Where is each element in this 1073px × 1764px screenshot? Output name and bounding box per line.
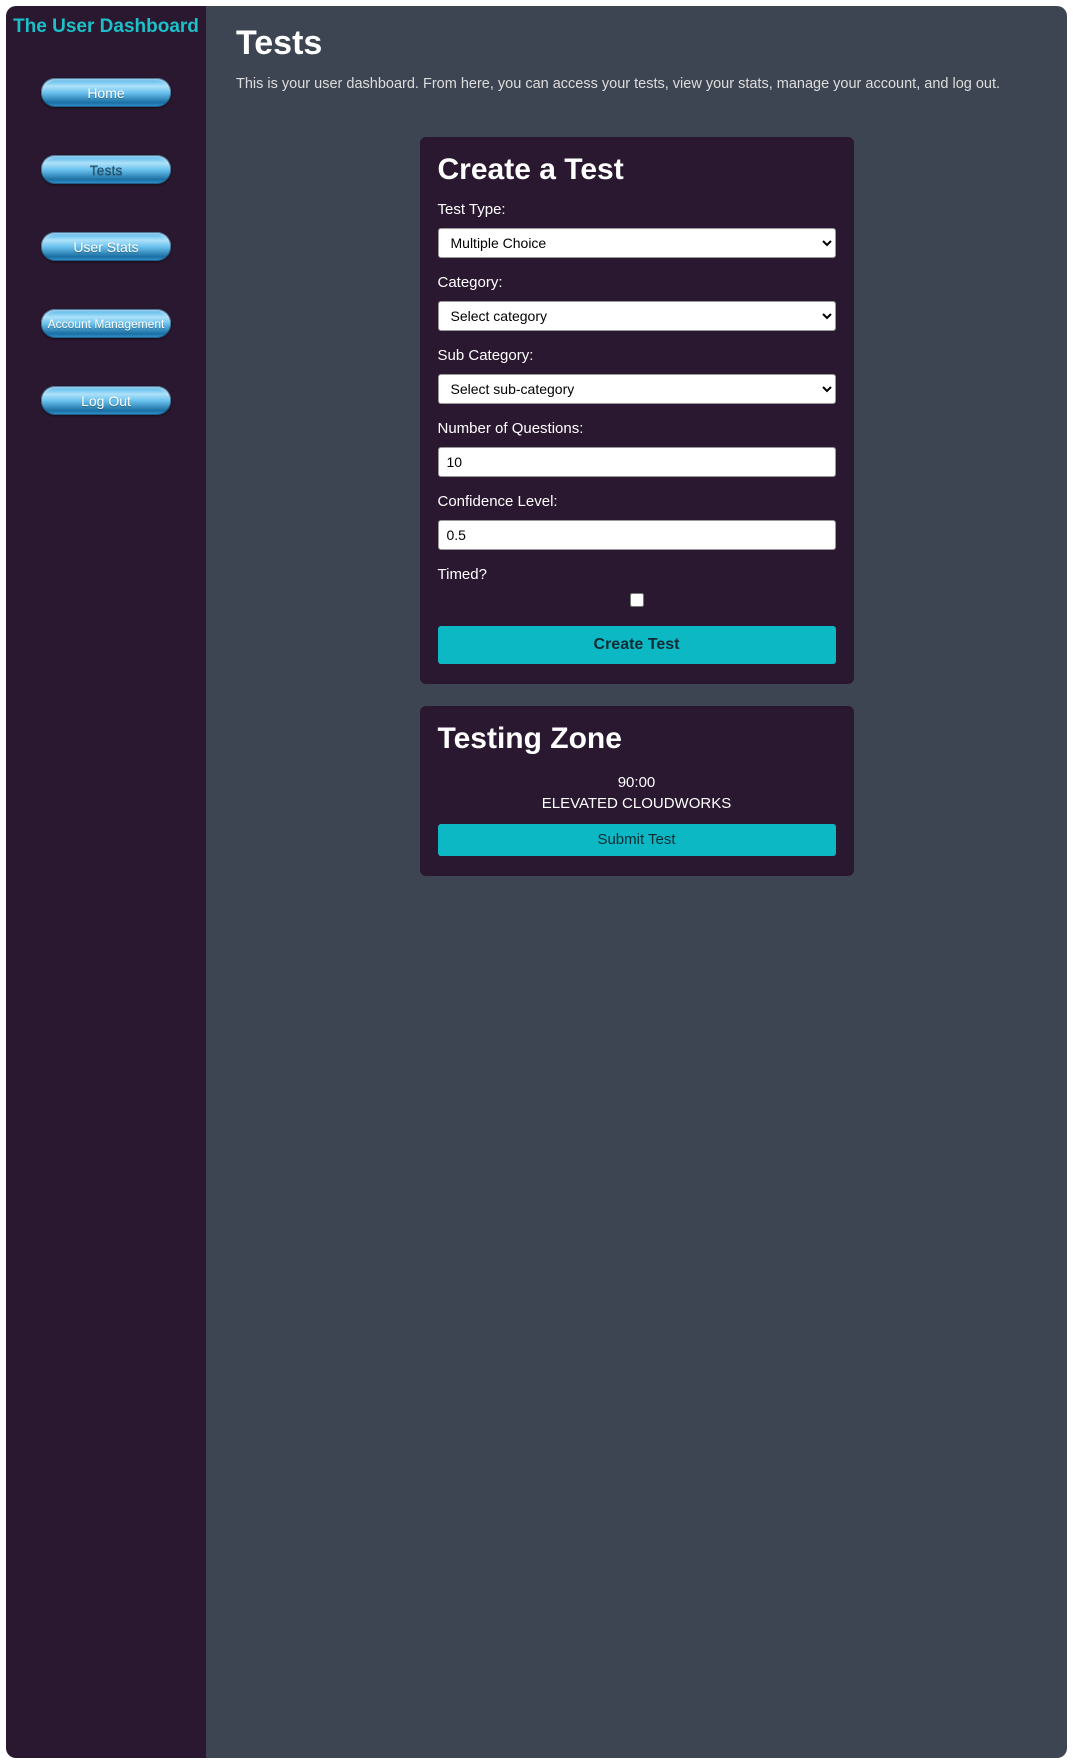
nav-list: Home Tests User Stats Account Management…	[6, 48, 206, 415]
label-confidence: Confidence Level:	[438, 493, 836, 510]
sidebar-item-log-out[interactable]: Log Out	[41, 386, 171, 415]
label-timed: Timed?	[438, 566, 836, 583]
sidebar-item-home[interactable]: Home	[41, 78, 171, 107]
submit-test-button[interactable]: Submit Test	[438, 824, 836, 856]
select-sub-category[interactable]: Select sub-category	[438, 374, 836, 404]
input-num-questions[interactable]	[438, 447, 836, 477]
checkbox-timed[interactable]	[630, 593, 644, 607]
label-category: Category:	[438, 274, 836, 291]
sidebar-title: The User Dashboard	[6, 16, 206, 48]
create-test-button[interactable]: Create Test	[438, 626, 836, 664]
page-title: Tests	[236, 24, 1037, 63]
create-test-title: Create a Test	[438, 153, 836, 187]
sidebar-item-account-management[interactable]: Account Management	[41, 309, 171, 338]
label-test-type: Test Type:	[438, 201, 836, 218]
select-category[interactable]: Select category	[438, 301, 836, 331]
testing-zone-title: Testing Zone	[438, 722, 836, 756]
select-test-type[interactable]: Multiple Choice	[438, 228, 836, 258]
testing-zone-term: ELEVATED CLOUDWORKS	[438, 795, 836, 812]
sidebar: The User Dashboard Home Tests User Stats…	[6, 6, 206, 1758]
page-description: This is your user dashboard. From here, …	[236, 75, 1037, 95]
sidebar-item-user-stats[interactable]: User Stats	[41, 232, 171, 261]
sidebar-item-tests[interactable]: Tests	[41, 155, 171, 184]
input-confidence[interactable]	[438, 520, 836, 550]
label-sub-category: Sub Category:	[438, 347, 836, 364]
create-test-card: Create a Test Test Type: Multiple Choice…	[420, 137, 854, 684]
testing-zone-card: Testing Zone 90:00 ELEVATED CLOUDWORKS S…	[420, 706, 854, 876]
testing-zone-timer: 90:00	[438, 774, 836, 791]
main-content: Tests This is your user dashboard. From …	[206, 6, 1067, 1758]
label-num-questions: Number of Questions:	[438, 420, 836, 437]
